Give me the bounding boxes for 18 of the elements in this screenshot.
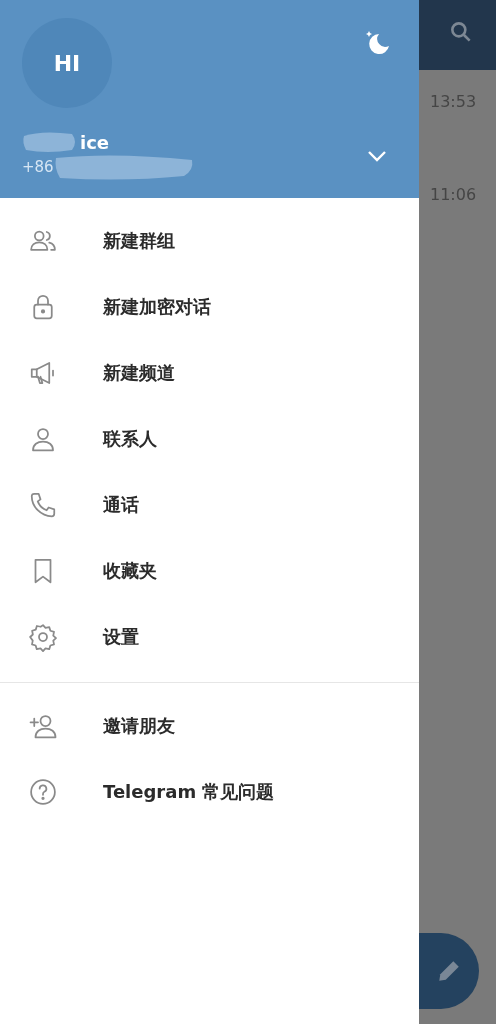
menu-item[interactable]: Telegram 常见问题 — [0, 759, 419, 825]
menu-item[interactable]: 新建加密对话 — [0, 274, 419, 340]
menu-item[interactable]: 新建群组 — [0, 208, 419, 274]
compose-button[interactable] — [419, 933, 479, 1009]
chevron-down-icon[interactable] — [367, 150, 387, 162]
avatar[interactable]: HI — [22, 18, 112, 108]
account-name: ice — [80, 131, 110, 153]
phone-number: +86 — [22, 158, 54, 176]
menu-item[interactable]: 联系人 — [0, 406, 419, 472]
menu-item[interactable]: 新建频道 — [0, 340, 419, 406]
pencil-icon — [436, 958, 462, 984]
settings-icon — [28, 622, 58, 652]
help-icon — [28, 777, 58, 807]
menu-item[interactable]: 通话 — [0, 472, 419, 538]
menu-item[interactable]: 收藏夹 — [0, 538, 419, 604]
menu-item[interactable]: 邀请朋友 — [0, 693, 419, 759]
phone-icon — [28, 490, 58, 520]
menu-item[interactable]: 设置 — [0, 604, 419, 670]
